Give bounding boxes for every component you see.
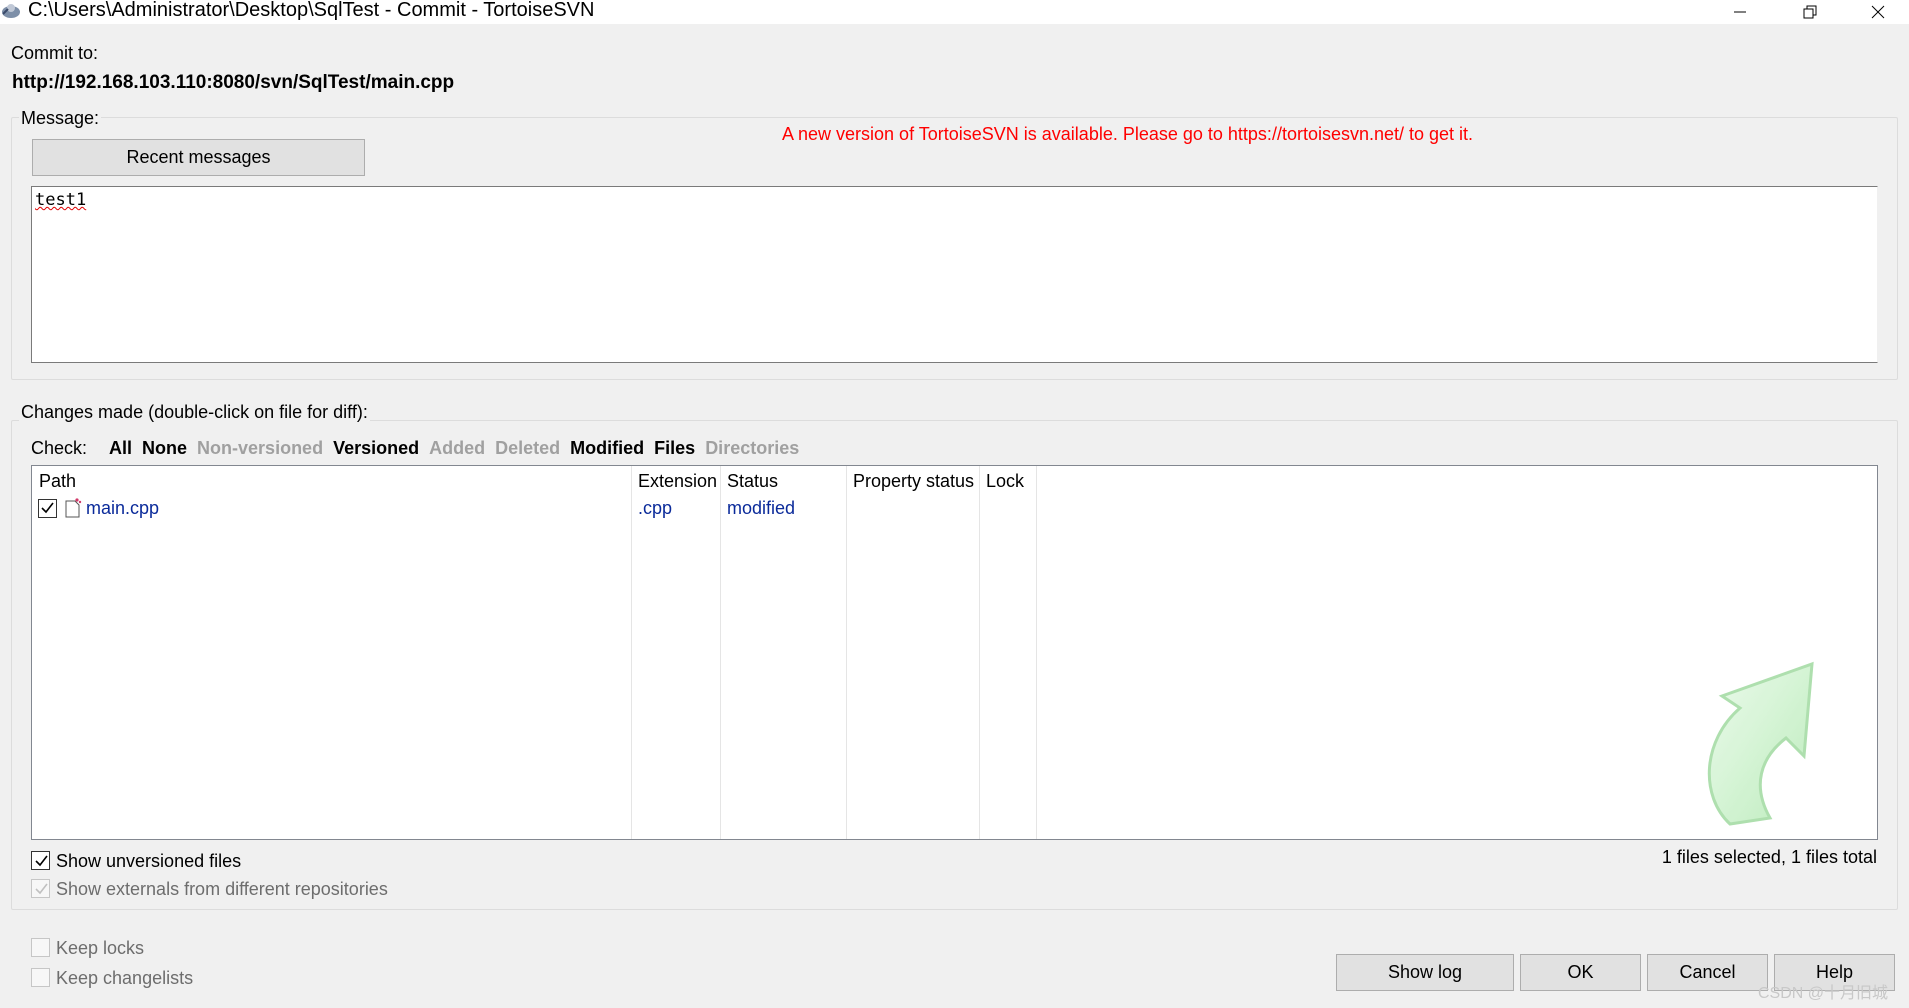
cancel-button[interactable]: Cancel bbox=[1647, 954, 1768, 991]
checkmark-icon bbox=[35, 883, 48, 895]
column-lock: Lock bbox=[980, 466, 1037, 839]
restore-icon bbox=[1803, 5, 1817, 19]
message-textarea[interactable]: test1 bbox=[31, 186, 1878, 363]
column-path: Path bbox=[32, 466, 632, 839]
checkmark-icon bbox=[35, 855, 48, 867]
update-notice[interactable]: A new version of TortoiseSVN is availabl… bbox=[782, 124, 1473, 145]
modified-file-icon bbox=[64, 497, 82, 518]
show-externals-checkbox bbox=[31, 879, 50, 898]
changes-list[interactable]: Path Extension Status Property status Lo… bbox=[31, 465, 1878, 840]
commit-to-label: Commit to: bbox=[11, 43, 99, 63]
filter-versioned[interactable]: Versioned bbox=[333, 438, 419, 459]
filter-all[interactable]: All bbox=[109, 438, 132, 459]
column-property-status: Property status bbox=[847, 466, 980, 839]
keep-locks-checkbox bbox=[31, 938, 50, 957]
commit-url: http://192.168.103.110:8080/svn/SqlTest/… bbox=[12, 72, 455, 93]
check-filter-row: Check: All None Non-versioned Versioned … bbox=[31, 438, 799, 459]
row-path[interactable]: main.cpp bbox=[86, 498, 159, 519]
show-unversioned-label[interactable]: Show unversioned files bbox=[56, 851, 241, 872]
show-unversioned-checkbox[interactable] bbox=[31, 851, 50, 870]
check-label: Check: bbox=[31, 438, 88, 458]
window-title: C:\Users\Administrator\Desktop\SqlTest -… bbox=[28, 0, 595, 21]
ok-button[interactable]: OK bbox=[1520, 954, 1641, 991]
tortoisesvn-icon bbox=[0, 0, 24, 22]
column-header-path[interactable]: Path bbox=[39, 471, 76, 492]
filter-modified[interactable]: Modified bbox=[570, 438, 644, 459]
changes-legend: Changes made (double-click on file for d… bbox=[19, 402, 370, 423]
keep-changelists-checkbox bbox=[31, 968, 50, 987]
filter-files[interactable]: Files bbox=[654, 438, 695, 459]
filter-deleted: Deleted bbox=[495, 438, 561, 458]
filter-directories: Directories bbox=[705, 438, 800, 458]
close-button[interactable] bbox=[1848, 0, 1908, 24]
close-icon bbox=[1871, 5, 1885, 19]
column-extension: Extension bbox=[632, 466, 721, 839]
filter-added: Added bbox=[429, 438, 486, 458]
minimize-icon bbox=[1734, 11, 1746, 13]
filter-non-versioned: Non-versioned bbox=[197, 438, 324, 458]
column-header-property-status[interactable]: Property status bbox=[853, 471, 974, 492]
row-checkbox[interactable] bbox=[38, 499, 57, 518]
show-externals-label: Show externals from different repositori… bbox=[56, 879, 388, 899]
row-status: modified bbox=[727, 498, 796, 518]
row-extension: .cpp bbox=[638, 498, 673, 518]
column-header-status[interactable]: Status bbox=[727, 471, 778, 492]
files-count: 1 files selected, 1 files total bbox=[1661, 847, 1877, 867]
column-header-extension[interactable]: Extension bbox=[638, 471, 717, 492]
filter-none[interactable]: None bbox=[142, 438, 187, 459]
recent-messages-button[interactable]: Recent messages bbox=[32, 139, 365, 176]
keep-locks-label: Keep locks bbox=[56, 938, 145, 958]
checkmark-icon bbox=[41, 502, 54, 514]
show-log-button[interactable]: Show log bbox=[1336, 954, 1514, 991]
keep-changelists-label: Keep changelists bbox=[56, 968, 194, 988]
minimize-button[interactable] bbox=[1710, 0, 1770, 24]
column-status: Status bbox=[721, 466, 847, 839]
message-legend: Message: bbox=[19, 108, 102, 129]
restore-button[interactable] bbox=[1780, 0, 1840, 24]
watermark: CSDN @十月旧城 bbox=[1758, 985, 1889, 1002]
title-bar: C:\Users\Administrator\Desktop\SqlTest -… bbox=[0, 0, 1909, 24]
commit-arrow-icon bbox=[1707, 661, 1814, 826]
message-text: test1 bbox=[35, 190, 87, 210]
column-header-lock[interactable]: Lock bbox=[986, 471, 1024, 492]
